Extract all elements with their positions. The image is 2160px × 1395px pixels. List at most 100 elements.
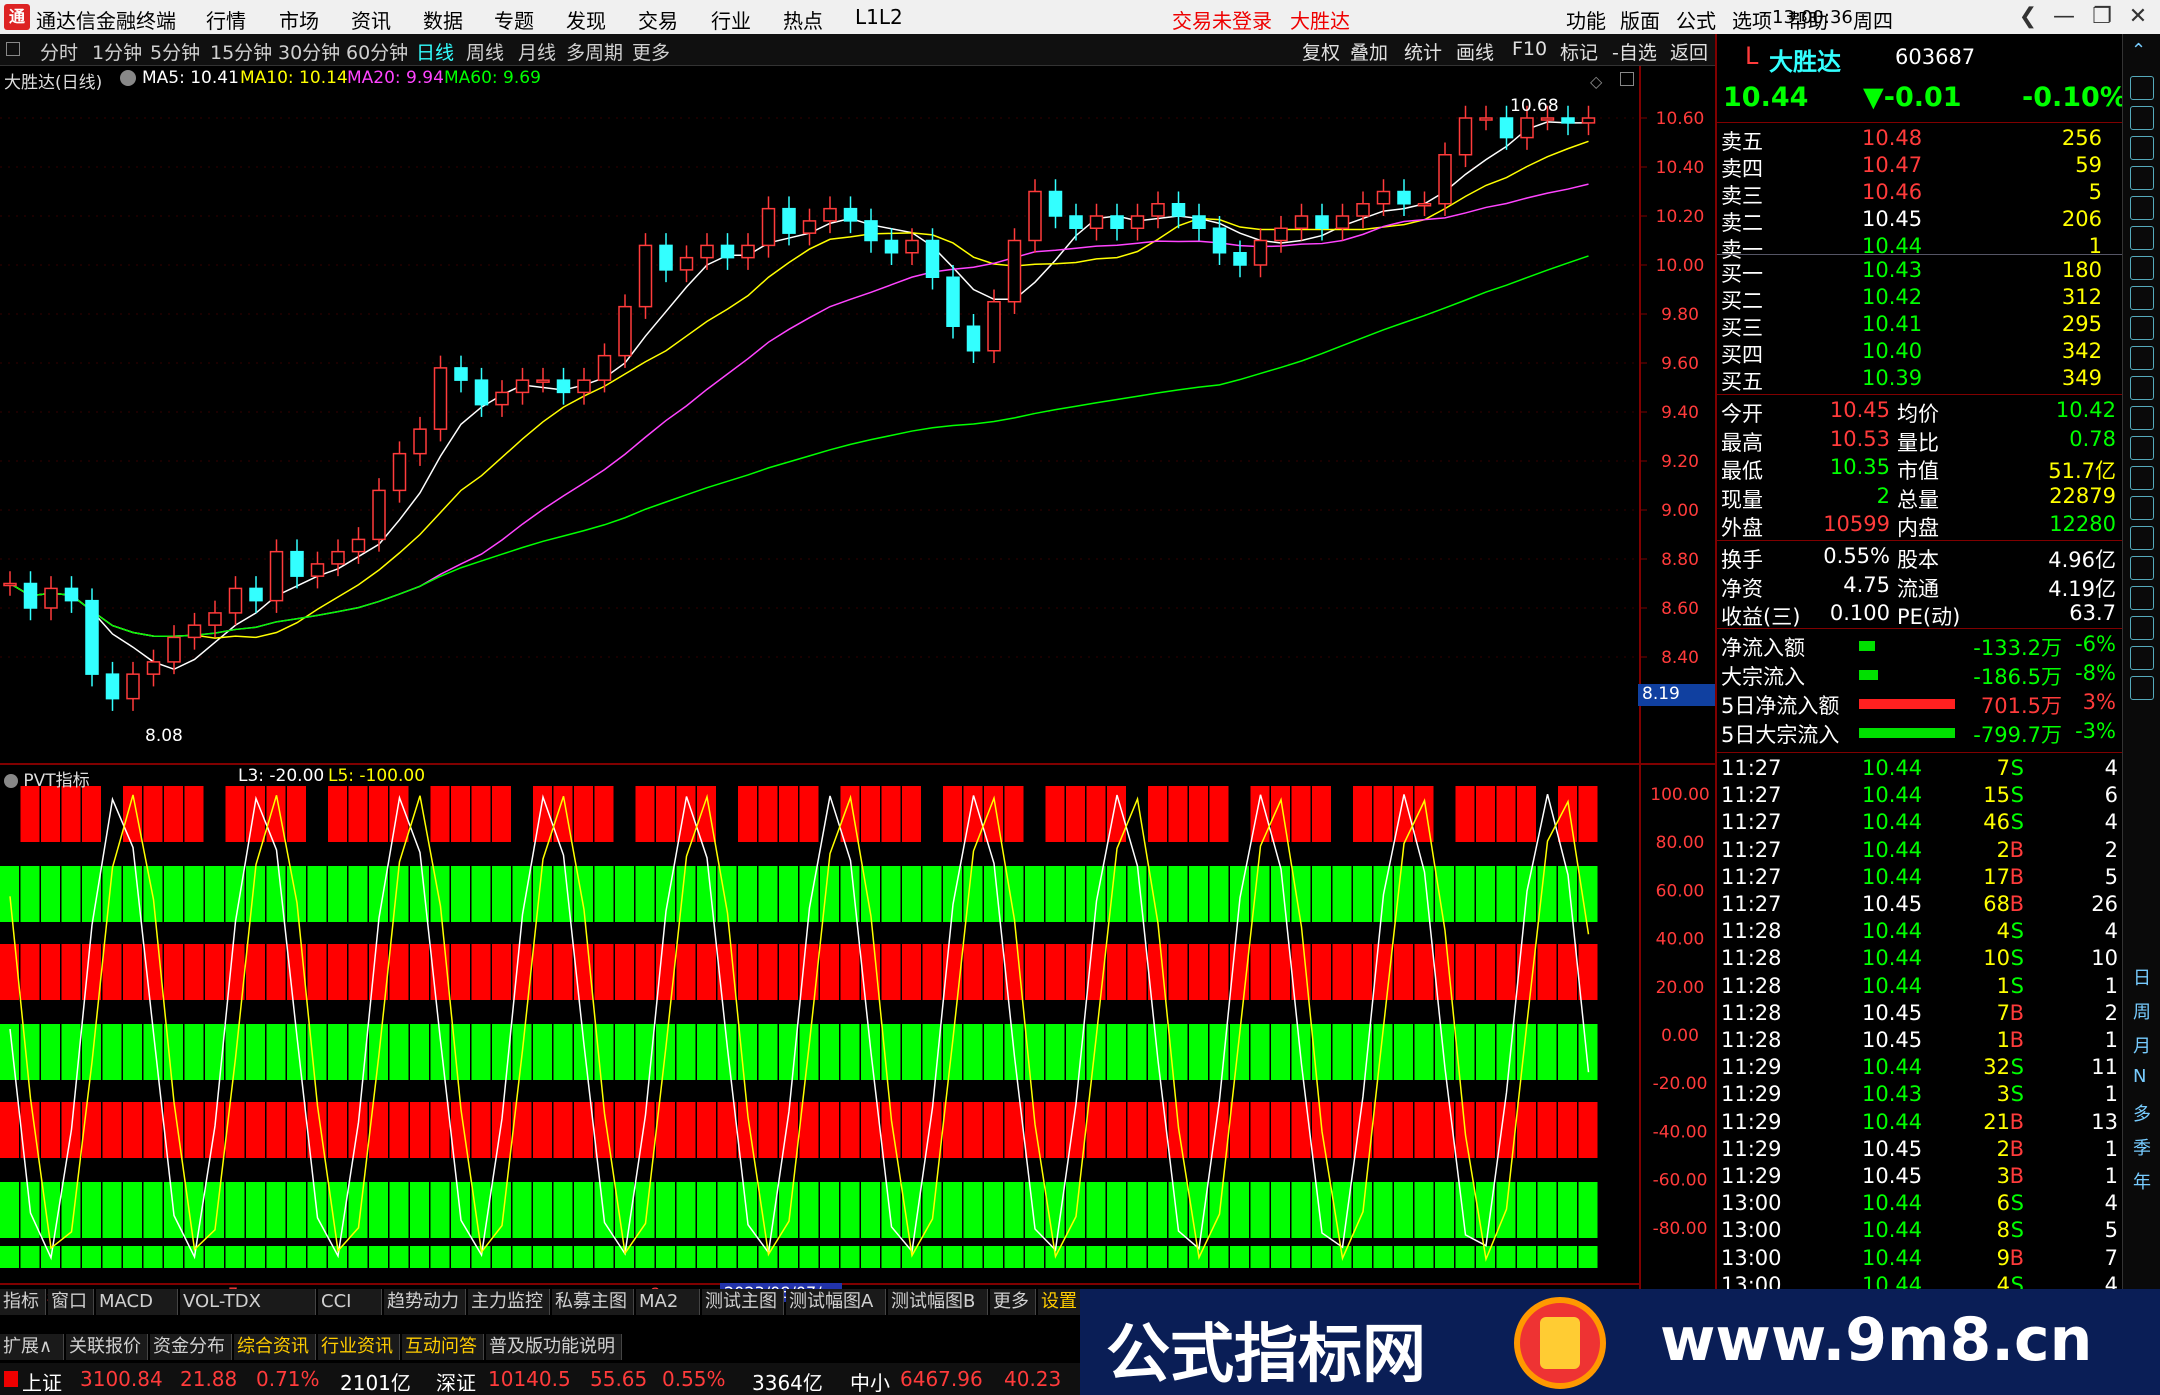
tabs1-tab-4[interactable]: CCI	[318, 1289, 382, 1315]
list-icon[interactable]	[2130, 316, 2154, 340]
tabs1-tab-12[interactable]: 更多	[990, 1289, 1036, 1315]
chart-tool-2[interactable]: 统计	[1404, 38, 1442, 65]
tabs1-tab-11[interactable]: 测试幅图B	[888, 1289, 988, 1315]
chart-tool-4[interactable]: F10	[1512, 38, 1547, 60]
side-period-5[interactable]: 季	[2133, 1134, 2151, 1160]
tabs1-tab-10[interactable]: 测试幅图A	[786, 1289, 886, 1315]
menu-5[interactable]: 发现	[566, 5, 606, 34]
indicator-tick: 20.00	[1656, 978, 1705, 998]
period-7[interactable]: 周线	[466, 38, 504, 65]
stock-icon[interactable]	[2130, 496, 2154, 520]
quote-row: 买二 10.42 312	[1717, 285, 2122, 313]
minimize-icon[interactable]: —	[2046, 2, 2082, 32]
chart-tool-1[interactable]: 叠加	[1350, 38, 1388, 65]
period-5[interactable]: 60分钟	[346, 38, 408, 65]
right-menu-0[interactable]: 功能	[1566, 5, 1606, 34]
tabs1-tab-5[interactable]: 趋势动力	[384, 1289, 466, 1315]
grid-icon[interactable]	[2130, 136, 2154, 160]
chart-tool-0[interactable]: 复权	[1302, 38, 1340, 65]
tabs1-tab-2[interactable]: MACD	[96, 1289, 178, 1315]
up-arrow-icon[interactable]	[2130, 76, 2154, 100]
right-menu-2[interactable]: 公式	[1676, 5, 1716, 34]
tabs2-tab-0[interactable]: 扩展∧	[0, 1334, 64, 1360]
side-period-1[interactable]: 周	[2133, 998, 2151, 1024]
chart-tool-5[interactable]: 标记	[1560, 38, 1598, 65]
back-icon[interactable]: ❮	[2010, 2, 2046, 32]
15-icon[interactable]	[2130, 646, 2154, 670]
tabs1-tab-9[interactable]: 测试主图	[702, 1289, 784, 1315]
tabs1-tab-1[interactable]: 窗口	[48, 1289, 94, 1315]
tabs1-tab-7[interactable]: 私募主图	[552, 1289, 634, 1315]
f10-icon[interactable]	[2130, 286, 2154, 310]
indicator-settings-icon[interactable]	[4, 774, 18, 788]
tabs2-tab-3[interactable]: 综合资讯	[234, 1334, 316, 1360]
side-period-2[interactable]: 月	[2133, 1032, 2151, 1058]
fs2-icon[interactable]	[2130, 586, 2154, 610]
zx-label[interactable]: 中小	[850, 1367, 890, 1395]
tabs1-tab-0[interactable]: 指标	[0, 1289, 46, 1315]
right-menu-3[interactable]: 选项	[1732, 5, 1772, 34]
tabs2-tab-2[interactable]: 资金分布	[150, 1334, 232, 1360]
menu-4[interactable]: 专题	[494, 5, 534, 34]
chart-tool-7[interactable]: 返回	[1670, 38, 1708, 65]
period-9[interactable]: 多周期	[566, 38, 623, 65]
menu-9[interactable]: L1L2	[855, 5, 903, 29]
menu-1[interactable]: 市场	[279, 5, 319, 34]
period-1[interactable]: 1分钟	[92, 38, 142, 65]
menu-8[interactable]: 热点	[783, 5, 823, 34]
fs-icon[interactable]	[2130, 376, 2154, 400]
quote-cell: 10.44	[1862, 783, 1923, 808]
right-menu-1[interactable]: 版面	[1620, 5, 1660, 34]
menu-0[interactable]: 行情	[206, 5, 246, 34]
side-period-0[interactable]: 日	[2133, 964, 2151, 990]
doc-icon[interactable]	[2130, 256, 2154, 280]
period-3[interactable]: 15分钟	[210, 38, 272, 65]
period-10[interactable]: 更多	[632, 38, 670, 65]
chart-tool-6[interactable]: -自选	[1612, 38, 1657, 65]
toggle-icon[interactable]	[6, 42, 20, 56]
move-icon[interactable]	[2130, 526, 2154, 550]
bar-icon[interactable]	[2130, 166, 2154, 190]
close-icon[interactable]: ✕	[2120, 2, 2156, 32]
side-period-4[interactable]: 多	[2133, 1100, 2151, 1126]
pen-icon[interactable]	[2130, 556, 2154, 580]
restore-icon[interactable]: ❐	[2084, 2, 2120, 32]
side-period-3[interactable]: N	[2133, 1066, 2146, 1087]
collapse-icon[interactable]: ⌃	[2131, 40, 2146, 61]
quote-cell: 349	[2061, 366, 2102, 390]
doc2-icon[interactable]	[2130, 346, 2154, 370]
sh-label[interactable]: 上证	[22, 1367, 62, 1395]
tabs2-tab-4[interactable]: 行业资讯	[318, 1334, 400, 1360]
menu-6[interactable]: 交易	[638, 5, 678, 34]
login-status[interactable]: 交易未登录	[1172, 5, 1272, 34]
tabs2-tab-1[interactable]: 关联报价	[66, 1334, 148, 1360]
tabs1-tab-6[interactable]: 主力监控	[468, 1289, 550, 1315]
menu-3[interactable]: 数据	[423, 5, 463, 34]
bar2-icon[interactable]	[2130, 616, 2154, 640]
sz-label[interactable]: 深证	[436, 1367, 476, 1395]
tabs1-tab-13[interactable]: 设置	[1038, 1289, 1084, 1315]
period-6[interactable]: 日线	[416, 38, 454, 65]
refresh-icon[interactable]	[2130, 106, 2154, 130]
period-2[interactable]: 5分钟	[150, 38, 200, 65]
candle-icon[interactable]	[2130, 226, 2154, 250]
chart-tool-3[interactable]: 画线	[1456, 38, 1494, 65]
30-icon[interactable]	[2130, 676, 2154, 700]
rsi-icon[interactable]	[2130, 466, 2154, 490]
price-change-pct: -0.10%	[2022, 82, 2127, 113]
kline-icon[interactable]	[2130, 436, 2154, 460]
tabs1-tab-8[interactable]: MA2	[636, 1289, 700, 1315]
period-8[interactable]: 月线	[518, 38, 556, 65]
circle-icon[interactable]	[2130, 406, 2154, 430]
tabs2-tab-6[interactable]: 普及版功能说明	[486, 1334, 622, 1360]
tabs2-tab-5[interactable]: 互动问答	[402, 1334, 484, 1360]
period-0[interactable]: 分时	[40, 38, 78, 65]
line-icon[interactable]	[2130, 196, 2154, 220]
menu-7[interactable]: 行业	[711, 5, 751, 34]
side-period-6[interactable]: 年	[2133, 1168, 2151, 1194]
menu-2[interactable]: 资讯	[351, 5, 391, 34]
period-4[interactable]: 30分钟	[278, 38, 340, 65]
quote-cell: -8%	[2075, 661, 2116, 685]
chart-area[interactable]: 10.60 10.40 10.20 10.00 9.80 9.60 9.40 9.20 9.00…	[0, 66, 1715, 1289]
tabs1-tab-3[interactable]: VOL-TDX	[180, 1289, 316, 1315]
